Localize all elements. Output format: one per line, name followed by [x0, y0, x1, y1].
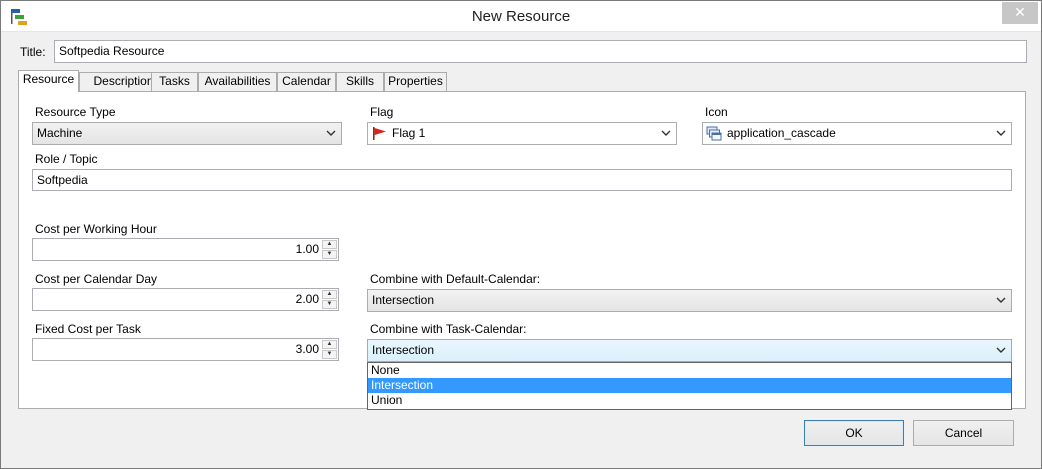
chevron-down-icon — [661, 127, 671, 139]
dropdown-option-intersection[interactable]: Intersection — [368, 378, 1011, 393]
tab-availabilities[interactable]: Availabilities — [198, 72, 277, 91]
combine-task-dropdown-list: None Intersection Union — [367, 362, 1012, 410]
title-bar: New Resource ✕ — [1, 1, 1041, 32]
cost-working-hour-stepper[interactable]: 1.00 ▲ ▼ — [32, 238, 339, 261]
combine-default-select[interactable]: Intersection — [367, 289, 1012, 312]
resource-type-value: Machine — [37, 126, 83, 140]
resource-type-select[interactable]: Machine — [32, 122, 342, 145]
role-topic-input[interactable]: Softpedia — [32, 169, 1012, 191]
combine-task-select[interactable]: Intersection — [367, 339, 1012, 362]
dropdown-option-none[interactable]: None — [368, 363, 1011, 378]
flag-label: Flag — [370, 105, 394, 119]
tab-skills[interactable]: Skills — [336, 72, 384, 91]
cancel-button[interactable]: Cancel — [913, 420, 1014, 446]
cost-working-hour-label: Cost per Working Hour — [35, 222, 157, 236]
icon-label: Icon — [705, 105, 728, 119]
combine-default-label: Combine with Default-Calendar: — [370, 272, 541, 286]
close-icon: ✕ — [1014, 4, 1026, 20]
icon-select[interactable]: application_cascade — [702, 122, 1012, 145]
dropdown-option-union[interactable]: Union — [368, 393, 1011, 408]
title-input[interactable]: Softpedia Resource — [54, 40, 1027, 63]
chevron-down-icon — [996, 294, 1006, 306]
tab-properties[interactable]: Properties — [384, 72, 447, 91]
tab-tasks[interactable]: Tasks — [151, 72, 198, 91]
decrement-button[interactable]: ▼ — [322, 300, 337, 309]
flag-select[interactable]: Flag 1 — [367, 122, 677, 145]
new-resource-dialog: New Resource ✕ Title: Softpedia Resource… — [0, 0, 1042, 469]
cost-calendar-day-stepper[interactable]: 2.00 ▲ ▼ — [32, 288, 339, 311]
increment-button[interactable]: ▲ — [322, 240, 337, 249]
combine-task-value: Intersection — [372, 343, 435, 357]
combine-default-value: Intersection — [372, 293, 435, 307]
fixed-cost-stepper[interactable]: 3.00 ▲ ▼ — [32, 338, 339, 361]
cost-calendar-day-value: 2.00 — [295, 292, 319, 306]
resource-type-label: Resource Type — [35, 105, 116, 119]
tab-calendar[interactable]: Calendar — [277, 72, 336, 91]
cost-calendar-day-label: Cost per Calendar Day — [35, 272, 158, 286]
chevron-down-icon — [996, 344, 1006, 356]
role-topic-label: Role / Topic — [35, 152, 98, 166]
tab-resource[interactable]: Resource — [18, 70, 79, 92]
application-cascade-icon — [706, 126, 722, 141]
decrement-button[interactable]: ▼ — [322, 250, 337, 259]
fixed-cost-label: Fixed Cost per Task — [35, 322, 141, 336]
chevron-down-icon — [326, 127, 336, 139]
cost-working-hour-value: 1.00 — [295, 242, 319, 256]
fixed-cost-value: 3.00 — [295, 342, 319, 356]
increment-button[interactable]: ▲ — [322, 340, 337, 349]
decrement-button[interactable]: ▼ — [322, 350, 337, 359]
title-label: Title: — [20, 45, 46, 59]
flag-value: Flag 1 — [392, 126, 426, 140]
increment-button[interactable]: ▲ — [322, 290, 337, 299]
icon-value: application_cascade — [727, 126, 836, 140]
close-button[interactable]: ✕ — [1002, 2, 1038, 24]
chevron-down-icon — [996, 127, 1006, 139]
window-title: New Resource — [471, 8, 571, 25]
ok-button[interactable]: OK — [804, 420, 904, 446]
red-flag-icon — [373, 127, 386, 140]
combine-task-label: Combine with Task-Calendar: — [370, 322, 527, 336]
